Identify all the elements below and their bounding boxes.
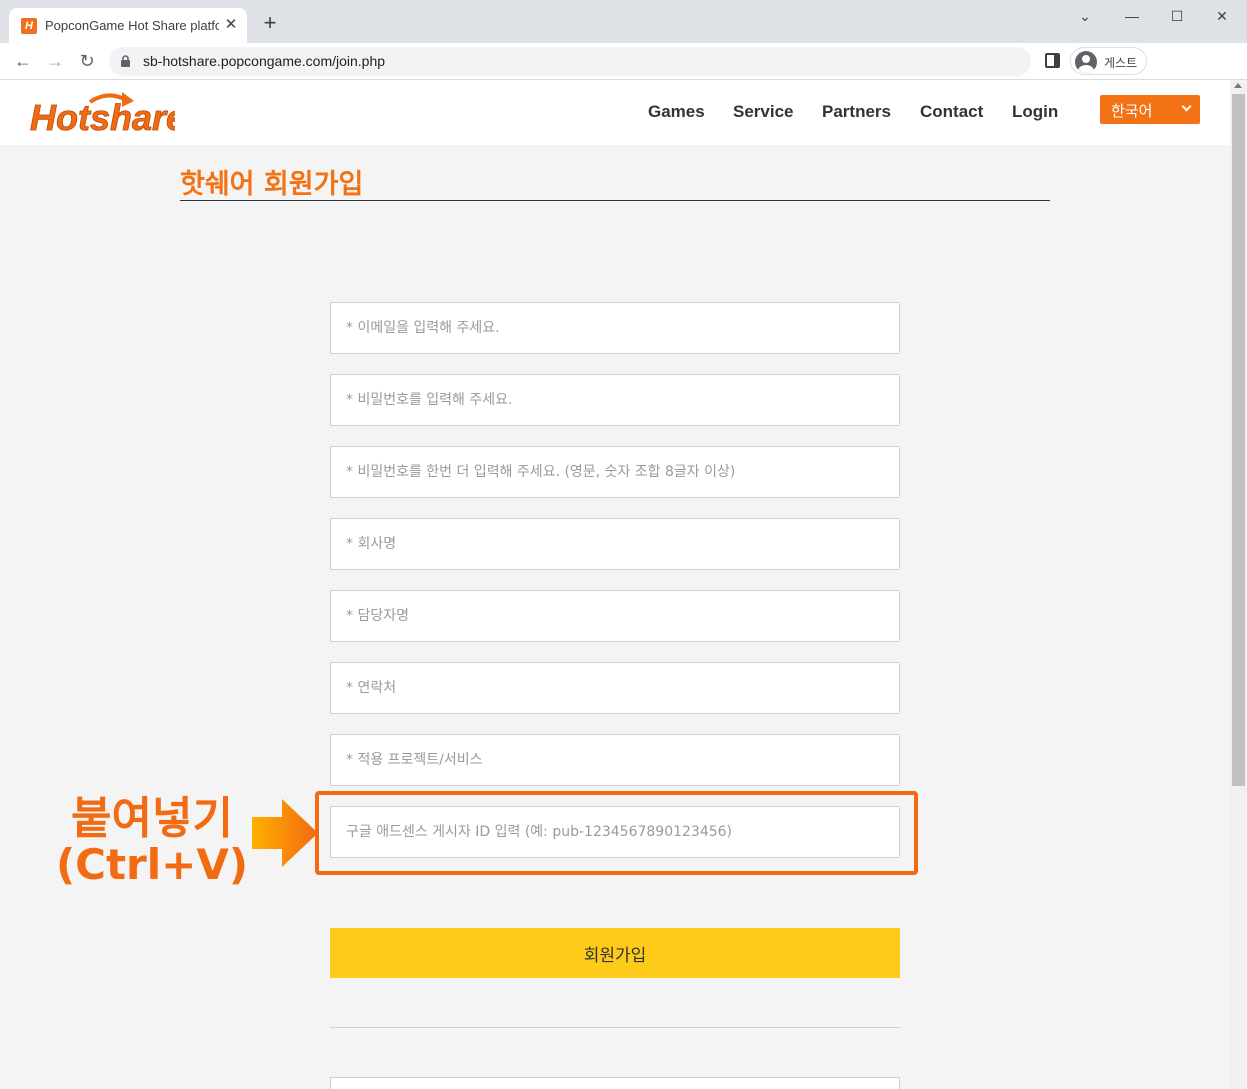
annotation-shortcut-label: (Ctrl+V)	[55, 840, 249, 889]
profile-button[interactable]: 게스트	[1070, 47, 1147, 75]
chevron-down-icon	[1181, 101, 1192, 112]
language-select[interactable]: 한국어	[1100, 95, 1200, 124]
site-header: Hotshare Games Service Partners Contact …	[0, 80, 1230, 145]
nav-partners[interactable]: Partners	[822, 102, 891, 122]
scroll-up-icon[interactable]	[1234, 83, 1242, 88]
email-field[interactable]	[330, 302, 900, 354]
browser-tab-strip: H PopconGame Hot Share platform ✕ + ⌄ — …	[0, 0, 1247, 43]
tab-search-icon[interactable]: ⌄	[1070, 6, 1100, 26]
company-name-field[interactable]	[330, 518, 900, 570]
page-scrollbar[interactable]	[1230, 80, 1247, 1089]
back-button[interactable]: ←	[12, 50, 34, 72]
hotshare-logo[interactable]: Hotshare	[30, 88, 175, 138]
phone-field[interactable]	[330, 662, 900, 714]
reload-button[interactable]: ↻	[76, 50, 98, 72]
page-viewport: Hotshare Games Service Partners Contact …	[0, 80, 1230, 1089]
lock-icon	[121, 55, 130, 67]
browser-tab[interactable]: H PopconGame Hot Share platform ✕	[9, 8, 247, 43]
forward-button[interactable]: →	[44, 50, 66, 72]
address-bar[interactable]: sb-hotshare.popcongame.com/join.php	[109, 47, 1031, 76]
project-field[interactable]	[330, 734, 900, 786]
title-divider	[180, 200, 1050, 201]
partial-content-box	[330, 1077, 900, 1089]
nav-games[interactable]: Games	[648, 102, 705, 122]
arrow-right-icon	[252, 799, 318, 867]
maximize-button[interactable]: ☐	[1162, 6, 1192, 26]
page-title: 핫쉐어 회원가입	[180, 169, 364, 200]
close-tab-icon[interactable]: ✕	[223, 17, 239, 33]
url-text: sb-hotshare.popcongame.com/join.php	[143, 53, 386, 69]
nav-service[interactable]: Service	[733, 102, 794, 122]
scrollbar-thumb[interactable]	[1232, 94, 1245, 786]
nav-contact[interactable]: Contact	[920, 102, 983, 122]
svg-text:Hotshare: Hotshare	[30, 97, 175, 138]
new-tab-button[interactable]: +	[260, 12, 280, 34]
highlight-box	[315, 791, 918, 875]
side-panel-icon[interactable]	[1045, 53, 1060, 68]
tab-title: PopconGame Hot Share platform	[45, 18, 219, 33]
signup-submit-button[interactable]: 회원가입	[330, 928, 900, 978]
profile-name: 게스트	[1104, 56, 1138, 70]
language-label: 한국어	[1111, 103, 1153, 120]
contact-person-field[interactable]	[330, 590, 900, 642]
avatar-icon	[1075, 51, 1097, 73]
nav-login[interactable]: Login	[1012, 102, 1058, 122]
minimize-button[interactable]: —	[1117, 6, 1147, 26]
site-favicon-icon: H	[21, 18, 37, 34]
password-field[interactable]	[330, 374, 900, 426]
password-confirm-field[interactable]	[330, 446, 900, 498]
annotation-paste-label: 붙여넣기	[71, 793, 233, 844]
close-window-button[interactable]: ✕	[1207, 6, 1237, 26]
browser-toolbar: ← → ↻ sb-hotshare.popcongame.com/join.ph…	[0, 43, 1247, 80]
bottom-divider	[330, 1027, 900, 1028]
